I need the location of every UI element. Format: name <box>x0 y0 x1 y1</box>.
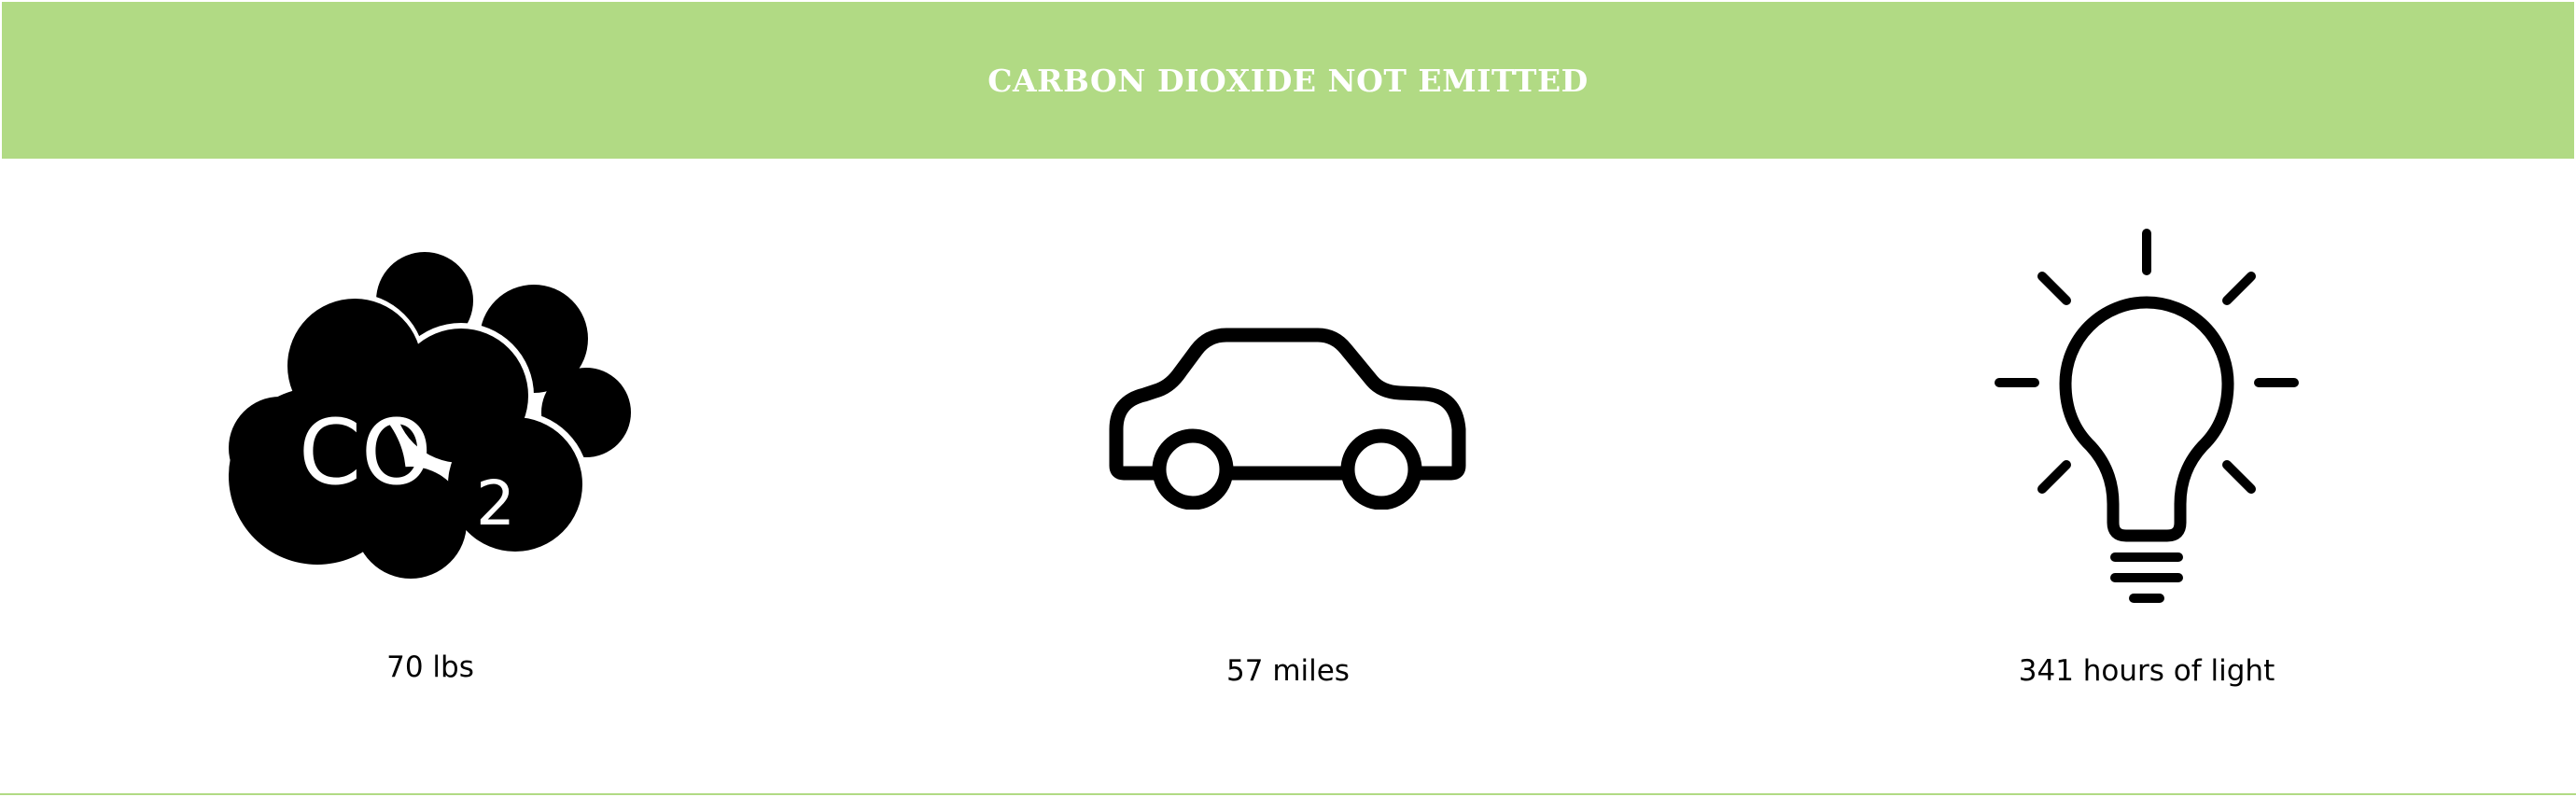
co2-text: CO <box>299 400 432 505</box>
bottom-divider <box>0 793 2576 795</box>
co2-savings-panel: CARBON DIOXIDE NOT EMITTED CO 2 70 lbs 5… <box>0 0 2576 797</box>
stat-label-co2: 70 lbs <box>386 650 474 684</box>
page-title: CARBON DIOXIDE NOT EMITTED <box>987 62 1589 99</box>
header-banner: CARBON DIOXIDE NOT EMITTED <box>2 2 2574 159</box>
light-bulb-icon <box>1982 224 2311 607</box>
co2-subscript: 2 <box>476 468 515 539</box>
co2-cloud-icon: CO 2 <box>226 252 635 580</box>
stat-label-light: 341 hours of light <box>2018 654 2275 688</box>
car-icon <box>1105 323 1471 510</box>
stat-label-car: 57 miles <box>1226 654 1350 688</box>
